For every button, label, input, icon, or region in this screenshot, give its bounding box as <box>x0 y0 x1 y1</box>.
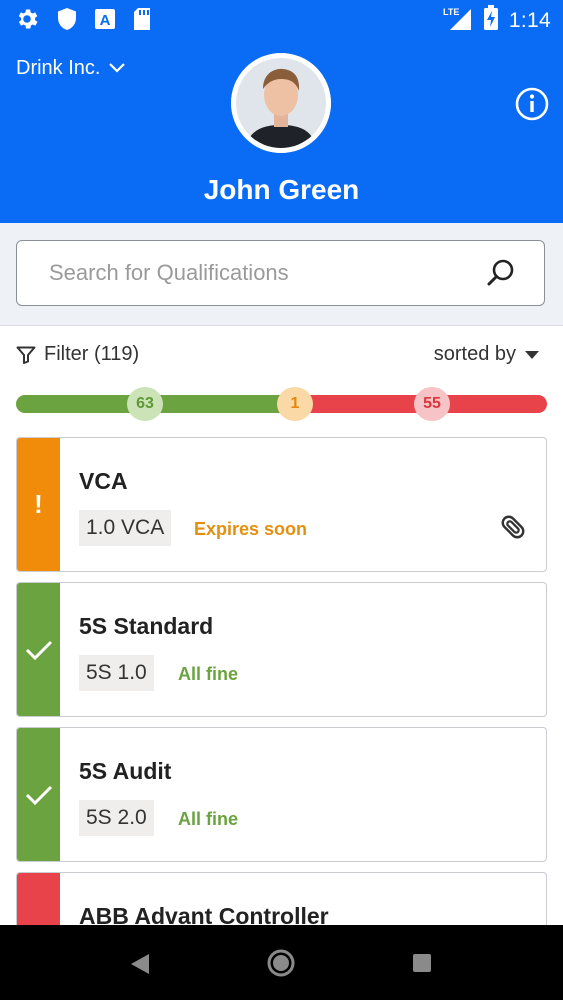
user-portrait-icon <box>231 53 331 153</box>
filter-icon <box>16 346 36 364</box>
search-section <box>0 223 563 326</box>
filter-row: Filter (119) sorted by <box>16 343 546 371</box>
expired-count-badge: 55 <box>414 387 450 421</box>
qualification-status: Expires soon <box>194 519 308 539</box>
sort-label: sorted by <box>433 343 516 365</box>
profile-header: A LTE 1:14 Drink Inc. John Green <box>0 0 563 223</box>
qualification-status: All fine <box>178 664 239 684</box>
warning-marker: ! <box>17 438 60 571</box>
search-input[interactable] <box>47 241 481 305</box>
recent-apps-icon[interactable] <box>412 953 432 978</box>
checkmark-icon <box>25 785 52 805</box>
qualification-status-bar[interactable]: 63 1 55 <box>16 387 547 421</box>
system-nav-bar <box>0 925 563 1000</box>
user-name: John Green <box>203 174 360 205</box>
qualification-tag: 1.0 VCA <box>79 510 172 546</box>
chevron-down-icon <box>108 57 126 80</box>
avatar[interactable] <box>231 53 331 153</box>
qualification-title: 5S Standard <box>79 613 214 639</box>
qualification-tag: 5S 1.0 <box>79 655 154 691</box>
svg-text:LTE: LTE <box>443 7 459 17</box>
company-name: Drink Inc. <box>16 57 101 79</box>
search-box[interactable] <box>16 240 545 306</box>
sd-card-icon <box>132 7 152 31</box>
back-icon[interactable] <box>129 952 151 981</box>
info-button[interactable] <box>514 86 550 122</box>
qualification-status: All fine <box>178 809 239 829</box>
qualification-tag: 5S 2.0 <box>79 800 154 836</box>
status-bar: A LTE 1:14 <box>0 0 563 40</box>
qualification-card[interactable]: 5S Audit 5S 2.0 All fine <box>16 727 547 862</box>
qualification-card[interactable]: 5S Standard 5S 1.0 All fine <box>16 582 547 717</box>
filter-label: Filter (119) <box>44 343 140 365</box>
search-icon[interactable] <box>486 258 516 293</box>
ok-count-badge: 63 <box>127 387 163 421</box>
checkmark-icon <box>25 640 52 660</box>
shield-icon <box>56 7 78 31</box>
filter-button[interactable]: Filter (119) <box>16 343 139 366</box>
ok-marker <box>17 583 60 716</box>
home-icon[interactable] <box>266 948 296 983</box>
caret-down-icon <box>525 350 539 359</box>
app-a-icon: A <box>94 8 116 30</box>
info-icon <box>515 87 549 121</box>
exclamation-icon: ! <box>34 489 43 519</box>
qualification-card[interactable]: ! VCA 1.0 VCA Expires soon <box>16 437 547 572</box>
battery-charging-icon <box>483 5 499 36</box>
qualification-title: 5S Audit <box>79 758 172 784</box>
ok-marker <box>17 728 60 861</box>
qualification-title: VCA <box>79 468 128 494</box>
status-time: 1:14 <box>508 8 551 32</box>
warning-count-badge: 1 <box>277 387 313 421</box>
signal-icon: LTE <box>443 5 473 36</box>
gear-icon <box>14 6 40 32</box>
paperclip-icon[interactable] <box>498 512 528 547</box>
sort-button[interactable]: sorted by <box>434 343 540 366</box>
company-selector[interactable]: Drink Inc. <box>16 57 126 80</box>
svg-text:A: A <box>100 12 111 29</box>
